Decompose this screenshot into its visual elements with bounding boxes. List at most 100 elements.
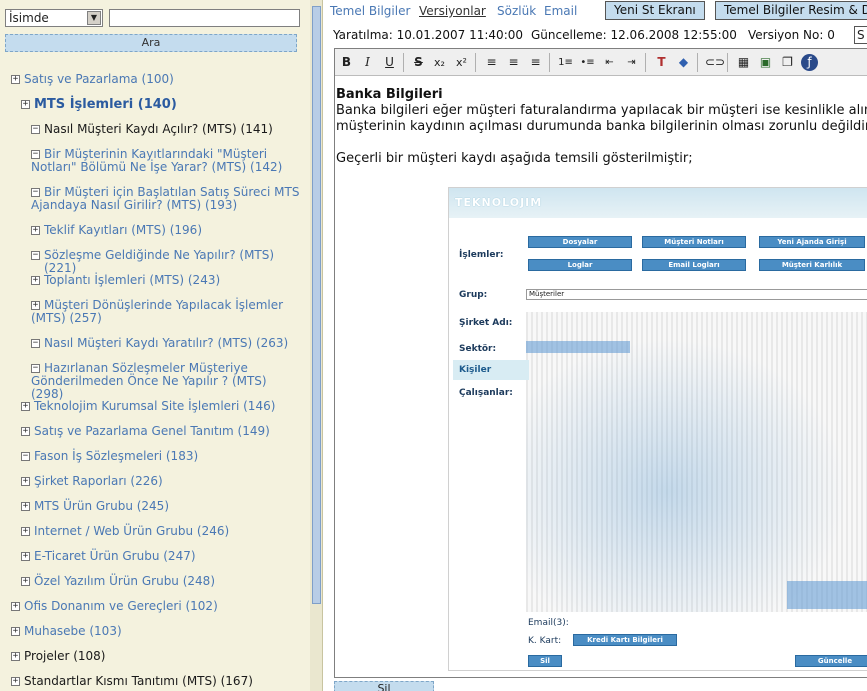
tree-node-label[interactable]: Ofis Donanım ve Gereçleri (102) bbox=[24, 600, 304, 613]
left-panel: İsimde ▼ Ara + Satış ve Pazarlama (100) + M… bbox=[0, 0, 323, 691]
outdent-icon[interactable]: ⇤ bbox=[601, 54, 618, 71]
tree-node-label[interactable]: Satış ve Pazarlama (100) bbox=[24, 73, 304, 86]
search-field-value: İsimde bbox=[9, 11, 49, 25]
align-center-icon[interactable]: ≡ bbox=[505, 54, 522, 71]
content-line-3: Geçerli bir müşteri kaydı aşağıda temsil… bbox=[336, 151, 693, 166]
ordered-list-icon[interactable]: 1≡ bbox=[557, 54, 574, 71]
unordered-list-icon[interactable]: •≡ bbox=[579, 54, 596, 71]
table-icon[interactable]: ▦ bbox=[735, 54, 752, 71]
tree-node-label[interactable]: Projeler (108) bbox=[24, 650, 304, 663]
expand-icon[interactable]: + bbox=[11, 652, 20, 661]
expand-icon[interactable]: + bbox=[21, 552, 30, 561]
flash-icon[interactable]: ƒ bbox=[801, 54, 818, 71]
expand-icon[interactable]: + bbox=[11, 602, 20, 611]
tab-versiyonlar[interactable]: Versiyonlar bbox=[419, 4, 486, 18]
tree-node-label[interactable]: Hazırlanan Sözleşmeler Müşteriye Gönderi… bbox=[31, 362, 302, 401]
rich-text-editor[interactable]: B I U S x₂ x² ≡ ≡ ≡ 1≡ •≡ ⇤ ⇥ T ◆ ⊂⊃ ▦ ▣… bbox=[334, 48, 867, 678]
strikethrough-icon[interactable]: S bbox=[410, 54, 427, 71]
copy-icon[interactable]: ❐ bbox=[779, 54, 796, 71]
expand-icon[interactable]: + bbox=[21, 402, 30, 411]
subscript-icon[interactable]: x₂ bbox=[431, 54, 448, 71]
version-number: Versiyon No: 0 bbox=[748, 28, 835, 42]
tree-node-label[interactable]: Toplantı İşlemleri (MTS) (243) bbox=[44, 274, 304, 287]
search-input[interactable] bbox=[109, 9, 300, 27]
chevron-down-icon[interactable]: ▼ bbox=[87, 11, 101, 25]
shot-label-email3: Email(3): bbox=[528, 618, 569, 628]
expand-icon[interactable]: + bbox=[21, 527, 30, 536]
tree-node-label[interactable]: Fason İş Sözleşmeleri (183) bbox=[34, 450, 304, 463]
shot-files-button: Dosyalar bbox=[528, 236, 632, 248]
tree-node-label[interactable]: Sözleşme Geldiğinde Ne Yapılır? (MTS) (2… bbox=[44, 249, 304, 275]
expand-icon[interactable]: + bbox=[21, 427, 30, 436]
updated-date: Güncelleme: 12.06.2008 12:55:00 bbox=[531, 28, 737, 42]
collapse-icon[interactable]: − bbox=[31, 125, 40, 134]
blurred-region bbox=[787, 581, 867, 609]
expand-icon[interactable]: + bbox=[31, 276, 40, 285]
basic-info-files-button[interactable]: Temel Bilgiler Resim & Dosya bbox=[715, 1, 867, 20]
created-date: Yaratılma: 10.01.2007 11:40:00 bbox=[333, 28, 524, 42]
new-st-screen-button[interactable]: Yeni St Ekranı bbox=[605, 1, 705, 20]
collapse-icon[interactable]: − bbox=[31, 339, 40, 348]
expand-icon[interactable]: + bbox=[11, 75, 20, 84]
indent-icon[interactable]: ⇥ bbox=[623, 54, 640, 71]
scroll-thumb[interactable] bbox=[312, 6, 321, 604]
search-button[interactable]: Ara bbox=[5, 34, 297, 52]
tab-temel-bilgiler[interactable]: Temel Bilgiler bbox=[330, 4, 410, 18]
tree-node-label[interactable]: Şirket Raporları (226) bbox=[34, 475, 304, 488]
tree-node-label[interactable]: Muhasebe (103) bbox=[24, 625, 304, 638]
shot-update-button: Güncelle bbox=[795, 655, 867, 667]
tree-node-label[interactable]: Teklif Kayıtları (MTS) (196) bbox=[44, 224, 304, 237]
tree-node-label[interactable]: Satış ve Pazarlama Genel Tanıtım (149) bbox=[34, 425, 304, 438]
search-row: İsimde ▼ bbox=[5, 9, 305, 29]
bold-icon[interactable]: B bbox=[338, 54, 355, 71]
highlight-icon[interactable]: ◆ bbox=[675, 54, 692, 71]
content-line-2: müşterinin kaydının açılması durumunda b… bbox=[336, 119, 867, 134]
tree-node-label[interactable]: MTS İşlemleri (140) bbox=[34, 98, 304, 111]
align-left-icon[interactable]: ≡ bbox=[483, 54, 500, 71]
shot-label-islemler: İşlemler: bbox=[459, 250, 504, 260]
tree-node-label[interactable]: Standartlar Kısmı Tanıtımı (MTS) (167) bbox=[24, 675, 304, 688]
expand-icon[interactable]: + bbox=[21, 477, 30, 486]
align-right-icon[interactable]: ≡ bbox=[527, 54, 544, 71]
tree-node-label[interactable]: Nasıl Müşteri Kaydı Yaratılır? (MTS) (26… bbox=[44, 337, 304, 350]
shot-label-kkart: K. Kart: bbox=[528, 636, 562, 646]
expand-icon[interactable]: + bbox=[21, 100, 30, 109]
expand-icon[interactable]: + bbox=[21, 577, 30, 586]
link-icon[interactable]: ⊂⊃ bbox=[705, 54, 725, 71]
tab-sozluk[interactable]: Sözlük bbox=[497, 4, 536, 18]
tab-email[interactable]: Email bbox=[544, 4, 577, 18]
meta-select[interactable]: S bbox=[854, 26, 867, 44]
tree-node-label[interactable]: Özel Yazılım Ürün Grubu (248) bbox=[34, 575, 304, 588]
tree-node-label[interactable]: Teknolojim Kurumsal Site İşlemleri (146) bbox=[34, 400, 304, 413]
editor-content[interactable]: Banka Bilgileri Banka bilgileri eğer müş… bbox=[336, 87, 867, 167]
toolbar-separator bbox=[403, 53, 404, 72]
tree-node-label[interactable]: Nasıl Müşteri Kaydı Açılır? (MTS) (141) bbox=[44, 123, 304, 136]
shot-label-calisanlar: Çalışanlar: bbox=[459, 388, 513, 398]
collapse-icon[interactable]: − bbox=[31, 251, 40, 260]
tree-node-label[interactable]: Bir Müşteri için Başlatılan Satış Süreci… bbox=[31, 186, 302, 212]
search-field-select[interactable]: İsimde ▼ bbox=[5, 9, 103, 27]
expand-icon[interactable]: + bbox=[21, 502, 30, 511]
text-color-icon[interactable]: T bbox=[653, 54, 670, 71]
tree-node-label[interactable]: MTS Ürün Grubu (245) bbox=[34, 500, 304, 513]
tree-node-label[interactable]: Müşteri Dönüşlerinde Yapılacak İşlemler … bbox=[31, 299, 302, 325]
expand-icon[interactable]: + bbox=[11, 677, 20, 686]
shot-label-grup: Grup: bbox=[459, 290, 488, 300]
shot-notes-button: Müşteri Notları bbox=[642, 236, 746, 248]
shot-logs-button: Loglar bbox=[528, 259, 632, 271]
collapse-icon[interactable]: − bbox=[21, 452, 30, 461]
right-panel: Temel Bilgiler Versiyonlar Sözlük Email … bbox=[326, 0, 867, 691]
shot-profit-button: Müşteri Karlılık bbox=[759, 259, 865, 271]
tree-node-label[interactable]: Internet / Web Ürün Grubu (246) bbox=[34, 525, 304, 538]
expand-icon[interactable]: + bbox=[11, 627, 20, 636]
tree-node-label[interactable]: Bir Müşterinin Kayıtlarındaki "Müşteri N… bbox=[31, 148, 302, 174]
tree-node-label[interactable]: E-Ticaret Ürün Grubu (247) bbox=[34, 550, 304, 563]
underline-icon[interactable]: U bbox=[381, 54, 398, 71]
superscript-icon[interactable]: x² bbox=[453, 54, 470, 71]
toolbar-separator bbox=[727, 53, 728, 72]
delete-button[interactable]: Sil bbox=[334, 681, 434, 691]
expand-icon[interactable]: + bbox=[31, 226, 40, 235]
scrollbar[interactable] bbox=[310, 0, 322, 691]
image-icon[interactable]: ▣ bbox=[757, 54, 774, 71]
italic-icon[interactable]: I bbox=[359, 54, 376, 71]
